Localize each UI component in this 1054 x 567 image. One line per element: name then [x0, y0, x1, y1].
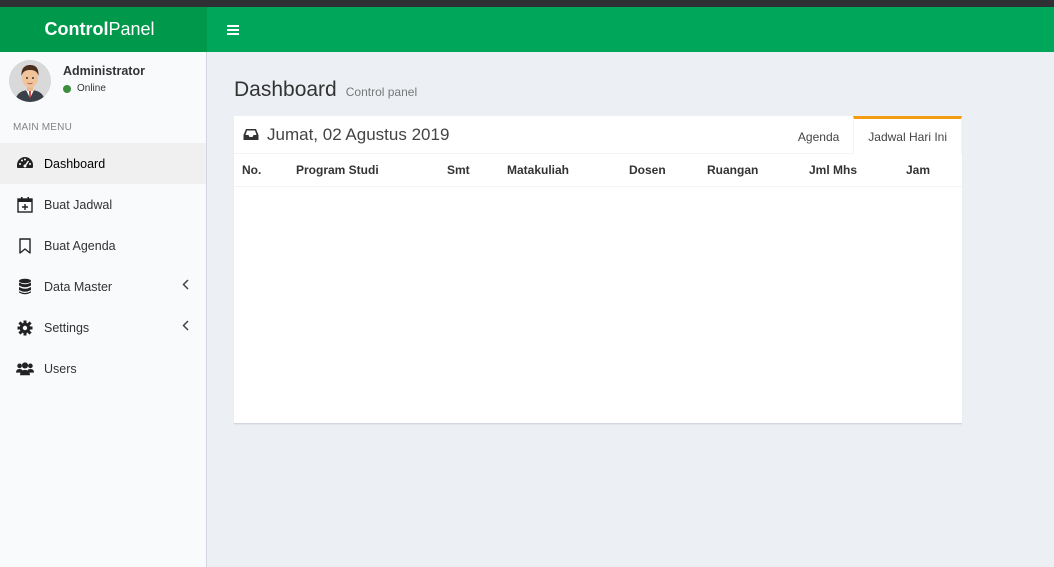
- sidebar: Administrator Online MAIN MENU Dashboard…: [0, 52, 207, 567]
- chevron-left-icon: [182, 279, 189, 293]
- sidebar-item-dashboard[interactable]: Dashboard: [0, 143, 206, 184]
- database-icon: [16, 278, 34, 296]
- calendar-plus-icon: [16, 196, 34, 214]
- tab-agenda[interactable]: Agenda: [784, 116, 853, 154]
- column-header-jam[interactable]: Jam: [898, 154, 962, 187]
- column-header-dosen[interactable]: Dosen: [621, 154, 699, 187]
- column-header-program-studi[interactable]: Program Studi: [288, 154, 439, 187]
- logo[interactable]: Control Panel: [0, 7, 207, 52]
- schedule-table: No. Program Studi Smt Matakuliah Dosen R…: [234, 154, 962, 187]
- inbox-icon: [243, 129, 259, 140]
- user-status: Online: [63, 83, 145, 94]
- online-status-icon: [63, 84, 71, 93]
- page-subtitle: Control panel: [345, 85, 418, 99]
- sidebar-item-data-master[interactable]: Data Master: [0, 266, 206, 307]
- column-header-smt[interactable]: Smt: [439, 154, 499, 187]
- gear-icon: [16, 319, 34, 337]
- chevron-left-icon: [182, 320, 189, 334]
- dashboard-icon: [16, 155, 34, 173]
- column-header-ruangan[interactable]: Ruangan: [699, 154, 801, 187]
- sidebar-item-buat-jadwal[interactable]: Buat Jadwal: [0, 184, 206, 225]
- box-header: Jumat, 02 Agustus 2019 Agenda Jadwal Har…: [234, 116, 962, 154]
- user-info: Administrator Online: [63, 64, 145, 94]
- logo-regular-text: Panel: [108, 19, 155, 39]
- column-header-matakuliah[interactable]: Matakuliah: [499, 154, 621, 187]
- user-name: Administrator: [63, 64, 145, 78]
- box-title: Jumat, 02 Agustus 2019: [234, 125, 449, 145]
- sidebar-item-label: Dashboard: [44, 156, 106, 171]
- box-title-text: Jumat, 02 Agustus 2019: [267, 124, 450, 144]
- sidebar-menu: Dashboard Buat Jadwal Buat Agenda Data M…: [0, 143, 206, 389]
- hamburger-icon: [227, 24, 239, 35]
- logo-bold-text: Control: [44, 19, 109, 39]
- column-header-jml-mhs[interactable]: Jml Mhs: [801, 154, 898, 187]
- table-header-row: No. Program Studi Smt Matakuliah Dosen R…: [234, 154, 962, 187]
- page-header: Dashboard Control panel: [234, 78, 417, 102]
- users-icon: [16, 360, 34, 378]
- sidebar-item-label: Data Master: [44, 279, 113, 294]
- sidebar-item-settings[interactable]: Settings: [0, 307, 206, 348]
- main-header: Control Panel: [0, 7, 1054, 52]
- content-area: Dashboard Control panel Jumat, 02 Agustu…: [207, 52, 1054, 567]
- box-tabs: Agenda Jadwal Hari Ini: [784, 116, 962, 154]
- bookmark-icon: [16, 237, 34, 255]
- sidebar-item-label: Settings: [44, 320, 90, 335]
- sidebar-item-label: Buat Jadwal: [44, 197, 113, 212]
- user-status-label: Online: [77, 83, 106, 94]
- schedule-box: Jumat, 02 Agustus 2019 Agenda Jadwal Har…: [234, 116, 962, 424]
- tab-jadwal-hari-ini[interactable]: Jadwal Hari Ini: [853, 116, 962, 154]
- sidebar-toggle-button[interactable]: [213, 7, 253, 52]
- avatar: [9, 60, 51, 102]
- sidebar-item-label: Users: [44, 361, 77, 376]
- page-title: Dashboard: [234, 78, 337, 101]
- sidebar-item-buat-agenda[interactable]: Buat Agenda: [0, 225, 206, 266]
- column-header-no[interactable]: No.: [234, 154, 288, 187]
- navbar: [207, 7, 1054, 52]
- sidebar-item-label: Buat Agenda: [44, 238, 116, 253]
- menu-header: MAIN MENU: [13, 122, 73, 133]
- user-panel: Administrator Online: [0, 52, 206, 110]
- window-top-strip: [0, 0, 1054, 7]
- sidebar-item-users[interactable]: Users: [0, 348, 206, 389]
